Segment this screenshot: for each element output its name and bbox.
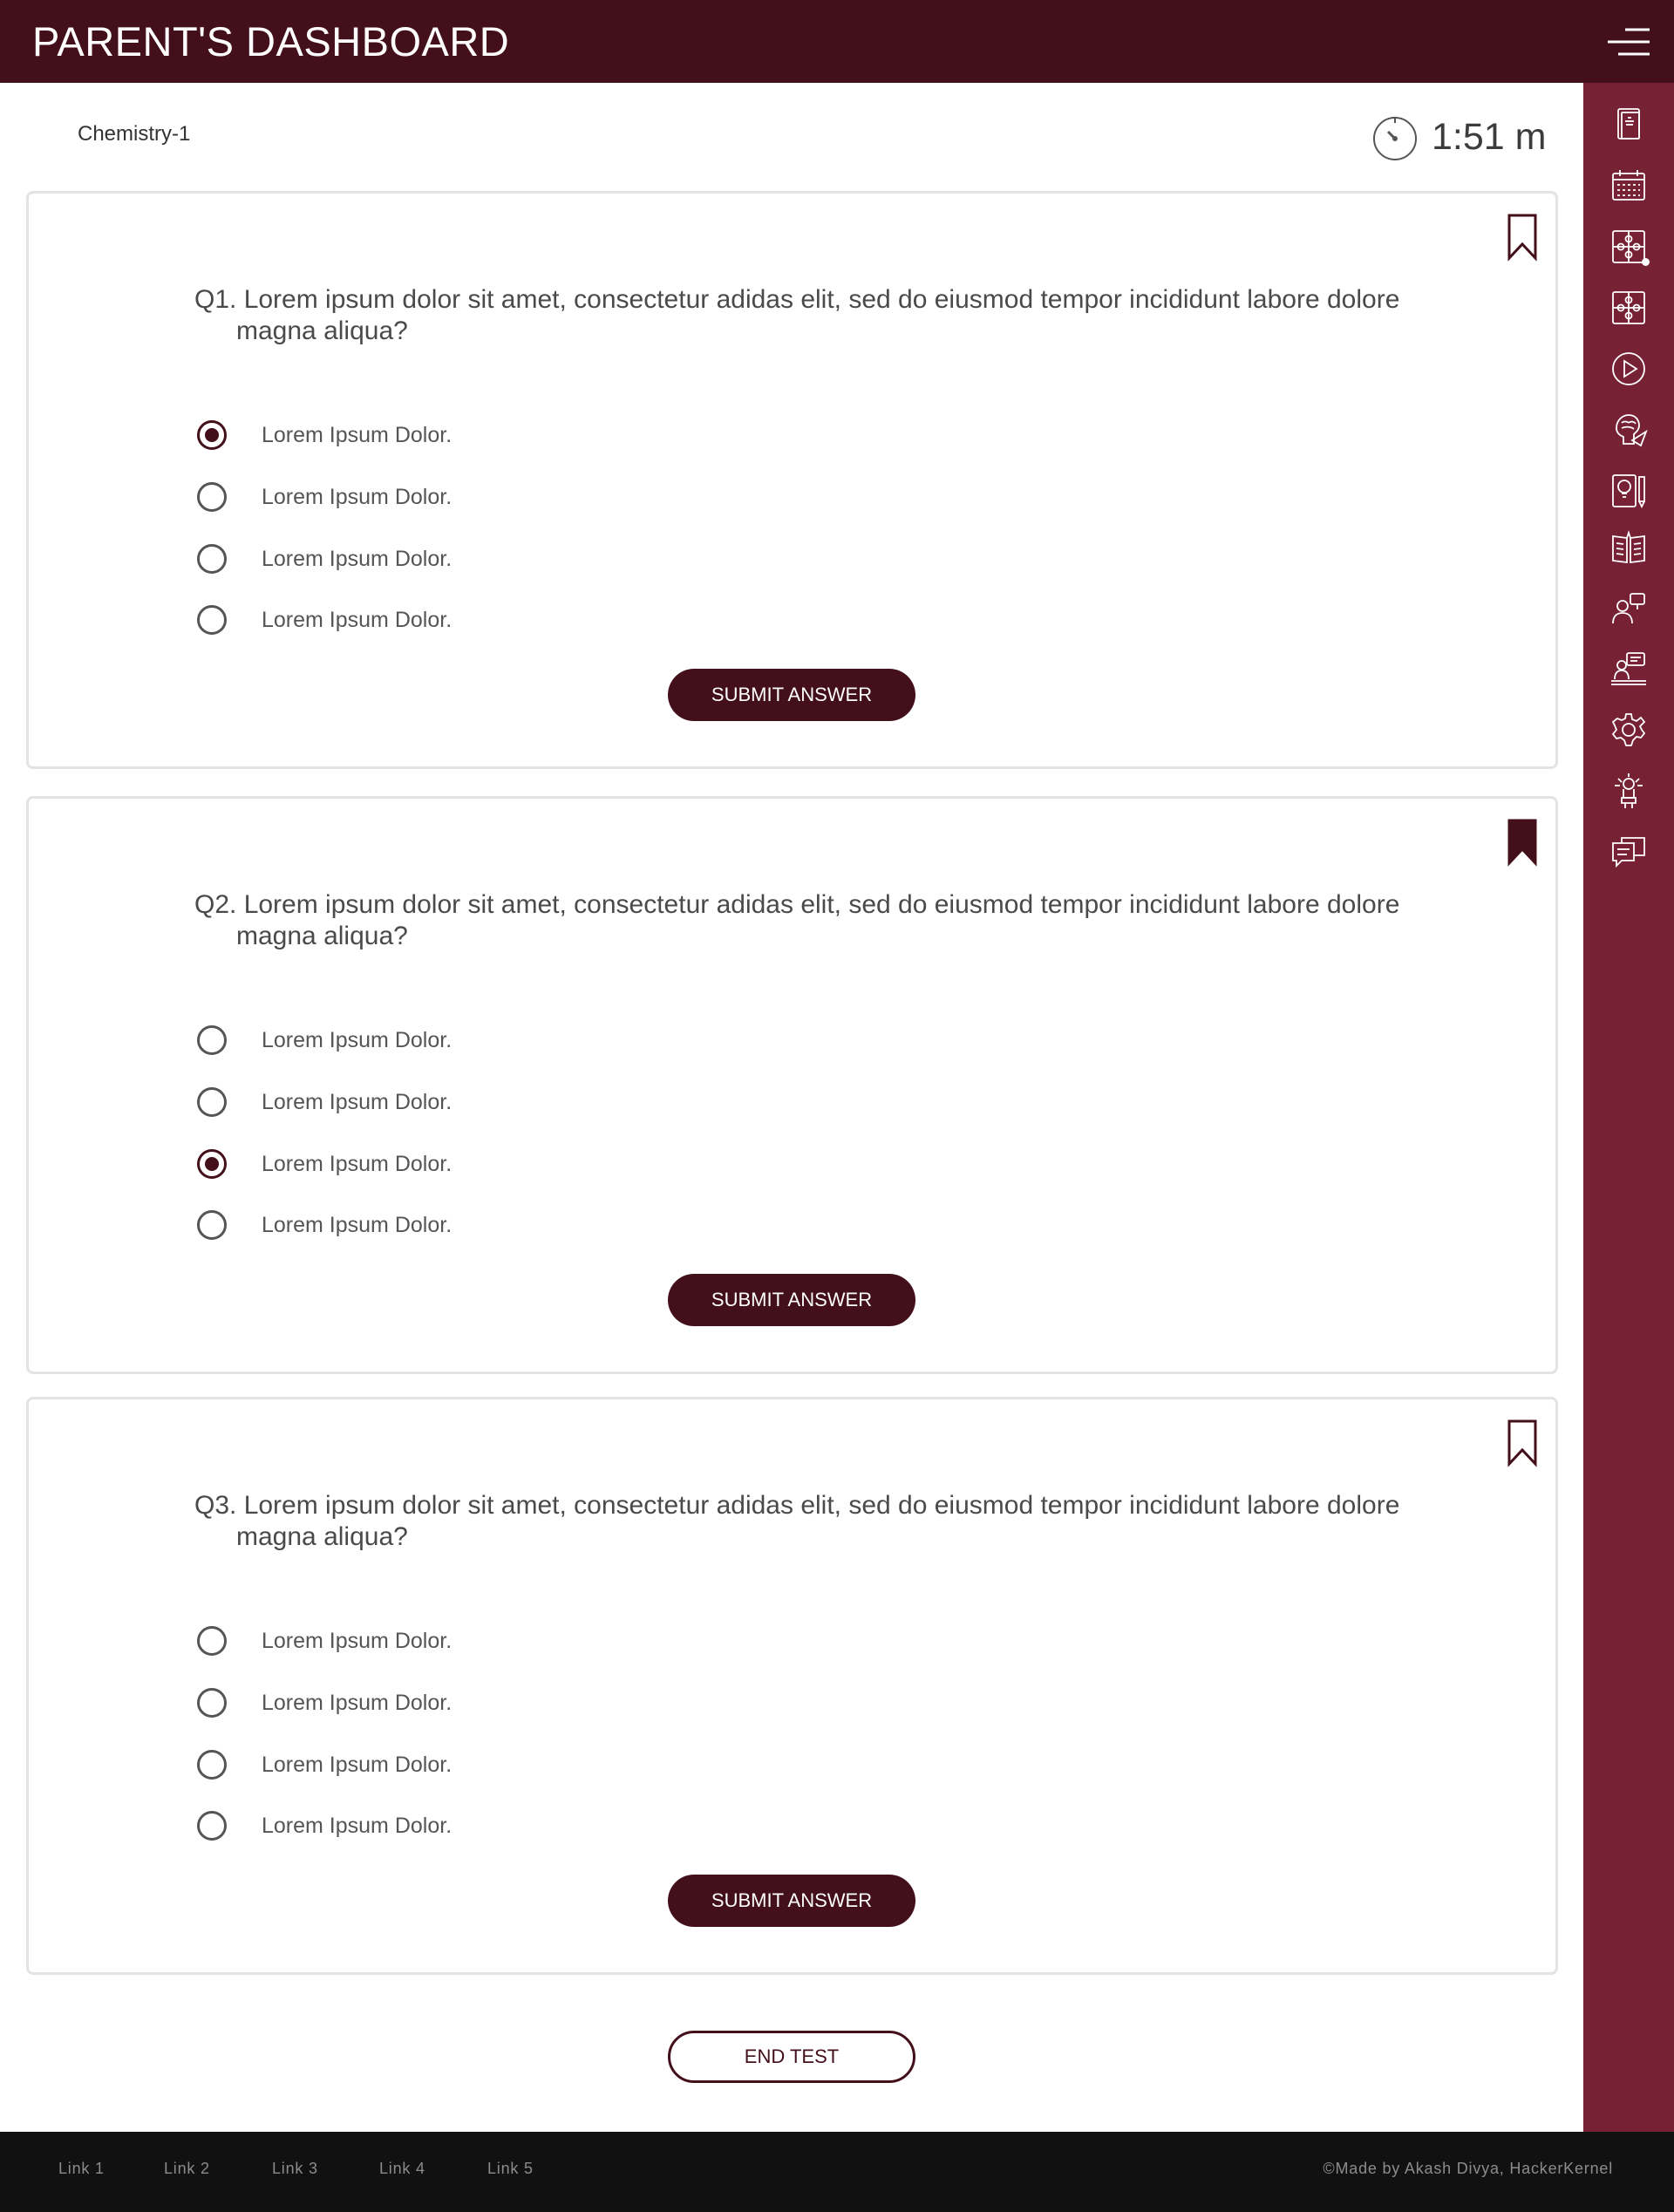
sidebar-item-chat[interactable] bbox=[1606, 829, 1651, 875]
footer-link-2[interactable]: Link 2 bbox=[164, 2160, 210, 2178]
test-subject-label: Chemistry-1 bbox=[78, 122, 191, 146]
radio-button[interactable] bbox=[197, 1688, 227, 1718]
answer-option-2[interactable]: Lorem Ipsum Dolor. bbox=[197, 1684, 452, 1722]
answer-option-1[interactable]: Lorem Ipsum Dolor. bbox=[197, 1622, 452, 1660]
option-label: Lorem Ipsum Dolor. bbox=[262, 484, 453, 509]
bookmark-filled-icon bbox=[1507, 819, 1537, 867]
answer-option-3[interactable]: Lorem Ipsum Dolor. bbox=[197, 1746, 452, 1784]
radio-button-selected[interactable] bbox=[197, 1149, 227, 1179]
submit-answer-button[interactable]: SUBMIT ANSWER bbox=[668, 669, 915, 721]
submit-answer-button[interactable]: SUBMIT ANSWER bbox=[668, 1274, 915, 1326]
option-label: Lorem Ipsum Dolor. bbox=[262, 1151, 453, 1176]
sidebar-item-play[interactable] bbox=[1606, 346, 1651, 391]
answer-option-1[interactable]: Lorem Ipsum Dolor. bbox=[197, 416, 452, 454]
footer-link-5[interactable]: Link 5 bbox=[487, 2160, 534, 2178]
chat-icon bbox=[1612, 837, 1645, 868]
sidebar-item-open-book[interactable] bbox=[1606, 524, 1651, 569]
option-label: Lorem Ipsum Dolor. bbox=[262, 1027, 453, 1052]
answer-option-3[interactable]: Lorem Ipsum Dolor. bbox=[197, 540, 452, 578]
bookmark-button[interactable] bbox=[1505, 818, 1540, 867]
sidebar-item-puzzle[interactable] bbox=[1606, 285, 1651, 330]
dashboard-title: PARENT'S DASHBOARD bbox=[32, 18, 510, 65]
calendar-icon bbox=[1612, 170, 1645, 201]
classroom-icon bbox=[1611, 652, 1646, 685]
sidebar-item-classroom[interactable] bbox=[1606, 646, 1651, 691]
book-icon bbox=[1617, 108, 1640, 140]
timer-value: 1:51 m bbox=[1432, 115, 1547, 158]
radio-button[interactable] bbox=[197, 1210, 227, 1240]
bookmark-button[interactable] bbox=[1505, 1419, 1540, 1467]
radio-button[interactable] bbox=[197, 1087, 227, 1117]
hamburger-menu-glyph bbox=[1608, 28, 1650, 56]
answer-option-4[interactable]: Lorem Ipsum Dolor. bbox=[197, 1807, 452, 1845]
radio-button[interactable] bbox=[197, 1811, 227, 1841]
footer-link-4[interactable]: Link 4 bbox=[379, 2160, 425, 2178]
option-label: Lorem Ipsum Dolor. bbox=[262, 1212, 453, 1237]
answer-option-2[interactable]: Lorem Ipsum Dolor. bbox=[197, 1083, 452, 1121]
footer-credit: ©Made by Akash Divya, HackerKernel bbox=[1323, 2160, 1613, 2177]
answer-option-2[interactable]: Lorem Ipsum Dolor. bbox=[197, 478, 452, 516]
radio-button[interactable] bbox=[197, 1025, 227, 1055]
sidebar-item-book[interactable] bbox=[1606, 102, 1651, 147]
footer-link-1[interactable]: Link 1 bbox=[58, 2160, 105, 2178]
answer-option-4[interactable]: Lorem Ipsum Dolor. bbox=[197, 601, 452, 639]
option-label: Lorem Ipsum Dolor. bbox=[262, 1690, 453, 1715]
footer: Link 1 Link 2 Link 3 Link 4 Link 5 ©Made… bbox=[0, 2132, 1674, 2212]
option-label: Lorem Ipsum Dolor. bbox=[262, 607, 453, 632]
radio-button-selected[interactable] bbox=[197, 420, 227, 450]
top-header: PARENT'S DASHBOARD bbox=[0, 0, 1674, 83]
hamburger-menu-icon[interactable] bbox=[1606, 24, 1651, 59]
end-test-button[interactable]: END TEST bbox=[668, 2031, 915, 2083]
submit-answer-button[interactable]: SUBMIT ANSWER bbox=[668, 1875, 915, 1927]
test-timer: 1:51 m bbox=[1371, 111, 1546, 163]
bookmark-outline-icon bbox=[1507, 214, 1537, 262]
sidebar-item-puzzle-active[interactable] bbox=[1606, 224, 1651, 269]
open-book-icon bbox=[1612, 530, 1645, 564]
active-indicator-dot bbox=[1642, 258, 1650, 266]
ideas-notebook-icon bbox=[1612, 474, 1645, 509]
teacher-icon bbox=[1612, 593, 1645, 624]
stopwatch-icon bbox=[1373, 117, 1417, 160]
answer-option-3[interactable]: Lorem Ipsum Dolor. bbox=[197, 1145, 452, 1183]
question-text: Q1. Lorem ipsum dolor sit amet, consecte… bbox=[194, 285, 1400, 345]
option-label: Lorem Ipsum Dolor. bbox=[262, 1813, 453, 1838]
radio-button[interactable] bbox=[197, 482, 227, 512]
bookmark-button[interactable] bbox=[1505, 213, 1540, 262]
question-card-3: Q3. Lorem ipsum dolor sit amet, consecte… bbox=[26, 1397, 1558, 1975]
sidebar-item-calendar[interactable] bbox=[1606, 163, 1651, 208]
option-label: Lorem Ipsum Dolor. bbox=[262, 1752, 453, 1777]
sidebar-item-brain-rocket[interactable] bbox=[1606, 407, 1651, 453]
option-label: Lorem Ipsum Dolor. bbox=[262, 1089, 453, 1114]
footer-link-3[interactable]: Link 3 bbox=[272, 2160, 318, 2178]
option-label: Lorem Ipsum Dolor. bbox=[262, 546, 453, 571]
sidebar-item-settings[interactable] bbox=[1606, 707, 1651, 752]
option-label: Lorem Ipsum Dolor. bbox=[262, 422, 453, 447]
answer-option-1[interactable]: Lorem Ipsum Dolor. bbox=[197, 1021, 452, 1059]
question-card-1: Q1. Lorem ipsum dolor sit amet, consecte… bbox=[26, 191, 1558, 769]
sidebar-item-award[interactable] bbox=[1606, 768, 1651, 813]
play-icon bbox=[1612, 352, 1645, 385]
award-icon bbox=[1615, 773, 1643, 808]
bookmark-outline-icon bbox=[1507, 1419, 1537, 1467]
sidebar-item-ideas[interactable] bbox=[1606, 468, 1651, 514]
question-text: Q2. Lorem ipsum dolor sit amet, consecte… bbox=[194, 890, 1400, 950]
radio-button[interactable] bbox=[197, 1750, 227, 1780]
answer-option-4[interactable]: Lorem Ipsum Dolor. bbox=[197, 1206, 452, 1244]
radio-button[interactable] bbox=[197, 605, 227, 635]
icon-sidebar bbox=[1583, 83, 1674, 2132]
option-label: Lorem Ipsum Dolor. bbox=[262, 1628, 453, 1653]
radio-button[interactable] bbox=[197, 544, 227, 574]
question-text: Q3. Lorem ipsum dolor sit amet, consecte… bbox=[194, 1491, 1400, 1551]
question-card-2: Q2. Lorem ipsum dolor sit amet, consecte… bbox=[26, 796, 1558, 1374]
puzzle-icon bbox=[1612, 291, 1645, 324]
gear-icon bbox=[1611, 713, 1646, 746]
sidebar-item-teacher[interactable] bbox=[1606, 585, 1651, 630]
brain-rocket-icon bbox=[1616, 414, 1648, 447]
radio-button[interactable] bbox=[197, 1626, 227, 1656]
